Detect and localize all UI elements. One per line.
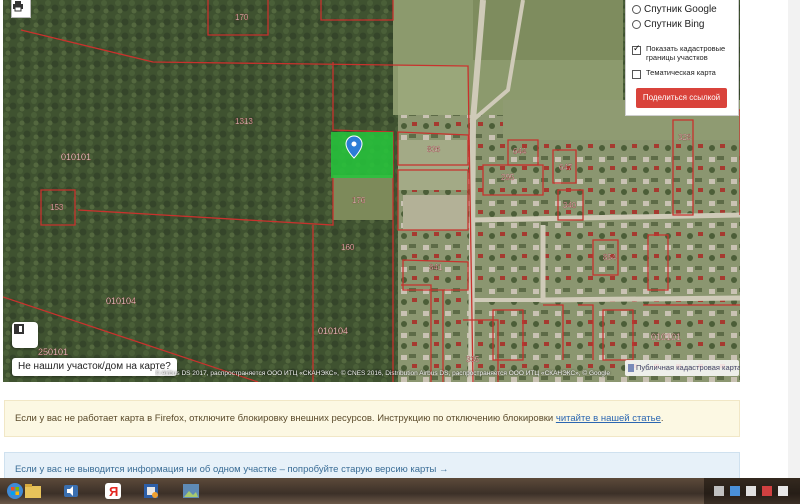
yandex-browser-icon: Я <box>105 483 121 499</box>
public-cadastral-map-link[interactable]: Публичная кадастровая карта <box>625 360 740 376</box>
printer-icon <box>13 1 23 12</box>
parcel-label-176: 176 <box>352 196 366 205</box>
old-version-notice-text[interactable]: Если у вас не выводится информация ни об… <box>15 464 448 475</box>
thematic-map-label: Тематическая карта <box>646 68 716 77</box>
parcel-label-250101: 250101 <box>38 347 68 357</box>
parcel-label-1313: 1313 <box>235 117 253 126</box>
taskbar: Я <box>0 478 800 504</box>
parcel-label-340: 340 <box>563 201 577 210</box>
thematic-map-checkbox[interactable] <box>632 70 641 79</box>
parcel-label-841: 841 <box>429 263 443 272</box>
cadastral-map-icon <box>628 364 634 372</box>
print-button[interactable] <box>11 0 31 18</box>
map-attribution: © Airbus DS 2017, распространяется ООО И… <box>155 370 610 377</box>
tray-arrow-icon[interactable] <box>714 486 724 496</box>
parcel-label-010104-b: 010104 <box>318 326 348 336</box>
parcel-label-328: 328 <box>678 133 692 142</box>
parcel-label-170-top: 170 <box>235 13 249 22</box>
cadastral-borders-checkbox[interactable] <box>632 44 641 55</box>
selected-parcel <box>331 132 393 178</box>
thematic-map-option[interactable]: Тематическая карта <box>632 68 732 79</box>
tray-network-icon[interactable] <box>730 486 740 496</box>
svg-text:Я: Я <box>109 484 118 499</box>
layers-button[interactable] <box>12 322 38 348</box>
parcel-label-160: 160 <box>341 243 355 252</box>
parcel-label-010104: 010104 <box>106 296 136 306</box>
parcel-label-647: 647 <box>559 163 573 172</box>
page: 170 1313 010101 153 176 160 010104 01010… <box>0 0 800 504</box>
not-found-link[interactable]: Не нашли участок/дом на карте? <box>12 358 177 376</box>
tray-volume-icon[interactable] <box>778 486 788 496</box>
parcel-label-854: 854 <box>603 253 617 262</box>
system-tray <box>704 478 800 504</box>
taskbar-yandex-browser[interactable]: Я <box>100 480 126 502</box>
share-link-button[interactable]: Поделиться ссылкой <box>636 88 727 108</box>
layer-bing-option[interactable]: Спутник Bing <box>632 18 732 33</box>
parcel-label-153: 153 <box>50 203 64 212</box>
firefox-notice-text: Если у вас не работает карта в Firefox, … <box>15 413 554 424</box>
layers-icon <box>14 324 24 334</box>
file-manager-icon <box>25 484 41 498</box>
google-label: Спутник Google <box>644 4 717 15</box>
firefox-article-link[interactable]: читайте в нашей статье <box>556 413 661 424</box>
cadastral-borders-label: Показать кадастровые границы участков <box>646 44 726 62</box>
parcel-label-295: 295 <box>501 173 515 182</box>
parcel-label-836: 836 <box>427 145 441 154</box>
taskbar-network-app[interactable] <box>138 480 164 502</box>
taskbar-image-viewer[interactable] <box>178 480 204 502</box>
tray-language-icon[interactable] <box>746 486 756 496</box>
volume-icon <box>64 485 78 497</box>
layer-panel: Спутник Google Спутник Bing Показать кад… <box>625 0 739 116</box>
bing-label: Спутник Bing <box>644 19 705 30</box>
bing-radio[interactable] <box>632 20 641 29</box>
parcel-label-644: 644 <box>513 147 527 156</box>
google-radio[interactable] <box>632 5 641 14</box>
page-scrollbar[interactable] <box>788 0 800 478</box>
public-cadastral-map-label: Публичная кадастровая карта <box>636 363 740 372</box>
cadastral-borders-option[interactable]: Показать кадастровые границы участков <box>632 44 732 62</box>
firefox-notice-end: . <box>660 413 664 424</box>
layer-google-option[interactable]: Спутник Google <box>632 3 732 18</box>
tray-antivirus-icon[interactable] <box>762 486 772 496</box>
image-viewer-icon <box>183 484 199 498</box>
taskbar-volume[interactable] <box>58 480 84 502</box>
firefox-notice: Если у вас не работает карта в Firefox, … <box>4 400 740 437</box>
parcel-label-010101-right: 010101 <box>651 332 681 342</box>
network-app-icon <box>144 484 158 498</box>
parcel-label-010101-left: 010101 <box>61 152 91 162</box>
taskbar-file-manager[interactable] <box>20 480 46 502</box>
parcel-label-335: 335 <box>466 355 480 364</box>
cadastral-map[interactable]: 170 1313 010101 153 176 160 010104 01010… <box>3 0 740 382</box>
